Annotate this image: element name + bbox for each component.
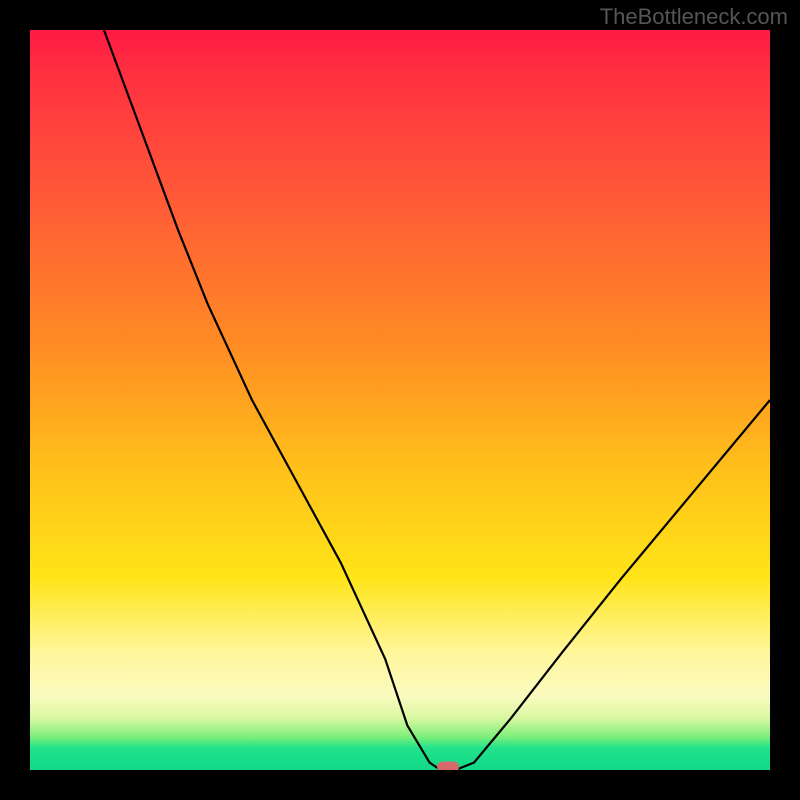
chart-frame: TheBottleneck.com <box>0 0 800 800</box>
plot-area <box>30 30 770 770</box>
minimum-marker <box>437 762 459 771</box>
bottleneck-curve <box>104 30 770 770</box>
watermark-text: TheBottleneck.com <box>600 4 788 30</box>
curve-layer <box>30 30 770 770</box>
